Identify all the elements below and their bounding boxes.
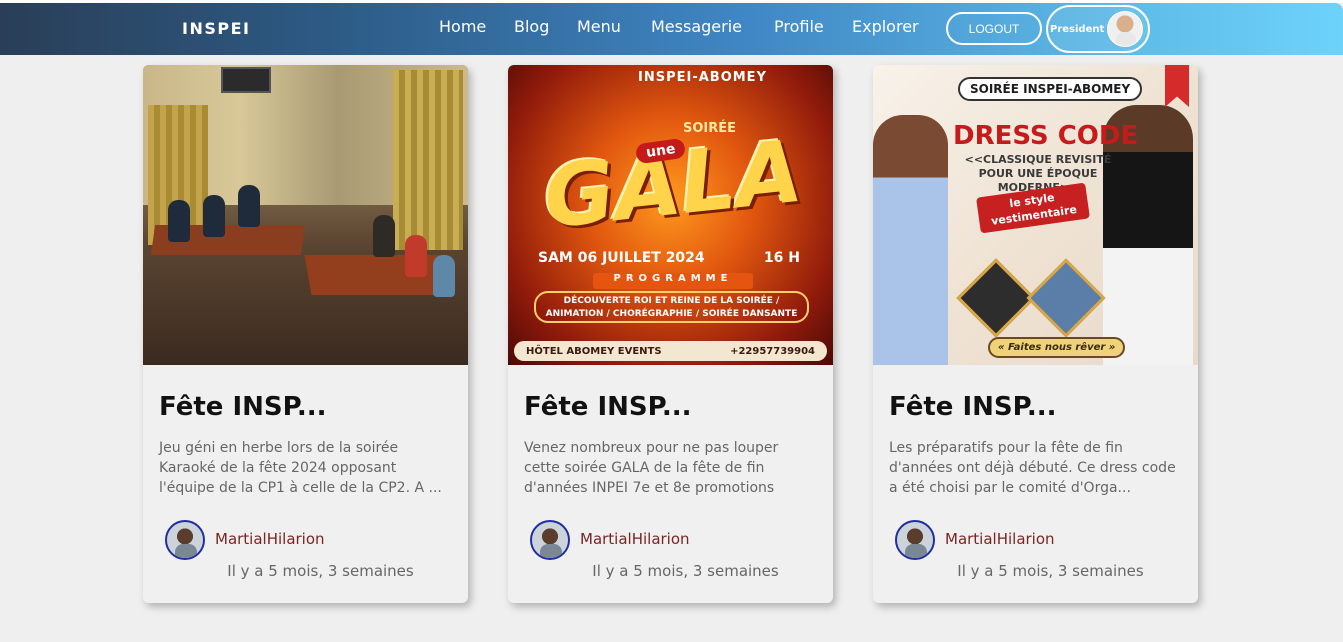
post-title[interactable]: Fête INSP... xyxy=(889,392,1179,422)
nav-profile[interactable]: Profile xyxy=(774,17,824,36)
poster-gala-title: GALA xyxy=(539,121,807,249)
person-figure xyxy=(433,255,455,297)
nav-messagerie[interactable]: Messagerie xyxy=(651,17,742,36)
author-avatar[interactable] xyxy=(530,520,570,560)
post-time: Il y a 5 mois, 3 semaines xyxy=(227,562,414,580)
post-image[interactable]: SOIRÉE INSPEI-ABOMEY DRESS CODE <<CLASSI… xyxy=(873,65,1198,365)
post-image[interactable]: INSPEI-ABOMEY SOIRÉE GALA une SAM 06 JUI… xyxy=(508,65,833,365)
poster-phone: +22957739904 xyxy=(730,345,815,357)
nav-blog[interactable]: Blog xyxy=(514,17,549,36)
poster-dresscode-title: DRESS CODE xyxy=(953,121,1139,151)
person-figure xyxy=(373,215,395,257)
author-avatar[interactable] xyxy=(165,520,205,560)
post-title[interactable]: Fête INSP... xyxy=(159,392,449,422)
poster-program-text: DÉCOUVERTE ROI ET REINE DE LA SOIRÉE / A… xyxy=(534,291,809,323)
person-figure xyxy=(168,200,190,242)
poster-header: SOIRÉE INSPEI-ABOMEY xyxy=(958,77,1143,101)
profile-menu[interactable]: President xyxy=(1046,5,1150,53)
navbar: INSPEI Home Blog Menu Messagerie Profile… xyxy=(0,3,1343,55)
curtain-right xyxy=(393,70,463,250)
person-figure xyxy=(203,195,225,237)
post-image[interactable] xyxy=(143,65,468,365)
post-time: Il y a 5 mois, 3 semaines xyxy=(957,562,1144,580)
post-card[interactable]: SOIRÉE INSPEI-ABOMEY DRESS CODE <<CLASSI… xyxy=(873,65,1198,603)
poster-date: SAM 06 JUILLET 2024 xyxy=(538,250,705,266)
author-avatar[interactable] xyxy=(895,520,935,560)
outfit-diamond xyxy=(1026,258,1106,338)
tv-shape xyxy=(221,67,271,93)
poster-footer: HÔTEL ABOMEY EVENTS +22957739904 xyxy=(514,341,827,361)
user-role-label: President xyxy=(1050,23,1105,35)
post-title[interactable]: Fête INSP... xyxy=(524,392,814,422)
woman-figure xyxy=(873,115,948,365)
nav-home[interactable]: Home xyxy=(439,17,486,36)
outfit-diamond xyxy=(956,258,1036,338)
post-description: Jeu géni en herbe lors de la soirée Kara… xyxy=(159,440,442,496)
post-card[interactable]: INSPEI-ABOMEY SOIRÉE GALA une SAM 06 JUI… xyxy=(508,65,833,603)
poster-programme: PROGRAMME xyxy=(593,273,753,289)
person-figure xyxy=(238,185,260,227)
author-link[interactable]: MartialHilarion xyxy=(215,530,325,548)
post-description: Les préparatifs pour la fête de fin d'an… xyxy=(889,440,1176,496)
bookmark-icon xyxy=(1165,65,1189,107)
poster-date-row: SAM 06 JUILLET 2024 16 H xyxy=(538,250,818,266)
logout-button[interactable]: LOGOUT xyxy=(946,12,1042,45)
poster-header: INSPEI-ABOMEY xyxy=(638,70,767,85)
post-description: Venez nombreux pour ne pas louper cette … xyxy=(524,440,779,496)
post-time: Il y a 5 mois, 3 semaines xyxy=(592,562,779,580)
poster-venue: HÔTEL ABOMEY EVENTS xyxy=(526,345,662,357)
user-avatar xyxy=(1107,11,1144,47)
table-right xyxy=(304,255,452,295)
brand-logo[interactable]: INSPEI xyxy=(182,19,250,38)
nav-explorer[interactable]: Explorer xyxy=(852,17,919,36)
author-link[interactable]: MartialHilarion xyxy=(945,530,1055,548)
nav-menu[interactable]: Menu xyxy=(577,17,621,36)
person-figure xyxy=(405,235,427,277)
poster-tag: « Faites nous rêver » xyxy=(988,337,1126,358)
poster-hour: 16 H xyxy=(763,250,800,266)
post-card[interactable]: Fête INSP... Jeu géni en herbe lors de l… xyxy=(143,65,468,603)
author-link[interactable]: MartialHilarion xyxy=(580,530,690,548)
